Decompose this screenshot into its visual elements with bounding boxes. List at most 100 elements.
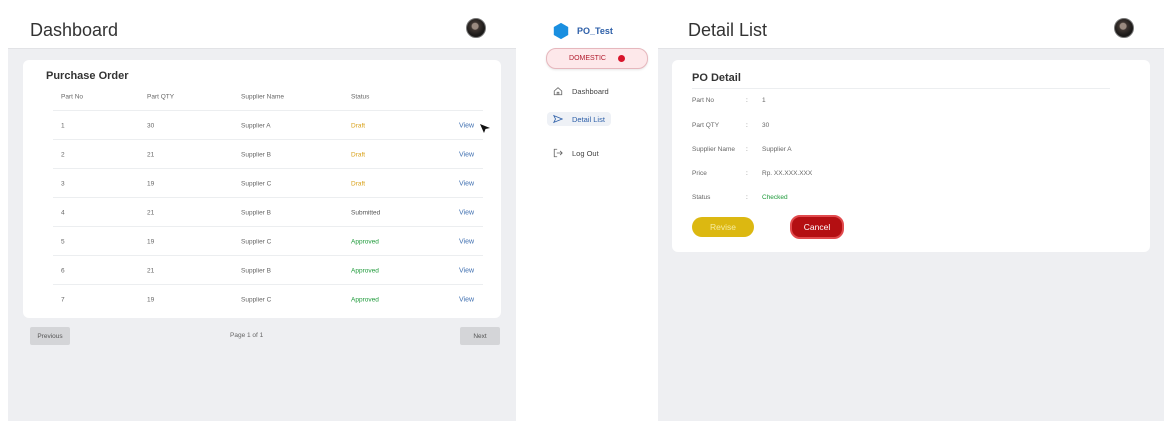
column-header-status: Status (351, 93, 370, 101)
view-link[interactable]: View (459, 267, 474, 274)
logout-icon (553, 148, 563, 158)
detail-field-price: Price : Rp. XX.XXX.XXX (692, 170, 812, 177)
status-cell: Draft (351, 122, 366, 129)
sidebar-item-label: Dashboard (572, 86, 609, 96)
supplier-cell: Supplier B (241, 151, 271, 158)
field-key: Supplier Name (692, 146, 735, 153)
field-value: Supplier A (762, 146, 792, 153)
view-link[interactable]: View (459, 122, 474, 129)
sidebar-item-detail-list[interactable]: Detail List (547, 112, 611, 126)
sidebar-item-dashboard[interactable]: Dashboard (553, 86, 609, 96)
field-colon: : (746, 170, 748, 177)
detail-field-part-no: Part No : 1 (692, 97, 766, 104)
page-title: Detail List (688, 20, 768, 40)
field-key: Price (692, 170, 707, 177)
table-row: 3 19 Supplier C Draft View (53, 168, 483, 198)
mouse-cursor-icon (480, 124, 490, 133)
view-link[interactable]: View (459, 209, 474, 216)
detail-list-screen: Detail List PO Detail Part No : 1 Part Q… (658, 8, 1164, 421)
page-title: Dashboard (30, 20, 119, 40)
supplier-cell: Supplier B (241, 267, 271, 274)
supplier-cell: Supplier C (241, 296, 272, 303)
field-key: Part No (692, 97, 715, 104)
supplier-cell: Supplier C (241, 238, 272, 245)
part-no-cell: 2 (61, 151, 65, 158)
revise-button[interactable]: Revise (692, 217, 754, 237)
table-row: 2 21 Supplier B Draft View (53, 139, 483, 169)
dashboard-screen: Dashboard Purchase Order Part No Part QT… (8, 8, 516, 421)
table-row: 6 21 Supplier B Approved View (53, 255, 483, 285)
qty-cell: 21 (147, 151, 155, 158)
avatar[interactable] (466, 18, 486, 38)
page-indicator: Page 1 of 1 (230, 332, 264, 339)
card-title: Purchase Order (46, 70, 129, 82)
send-icon (553, 114, 563, 124)
table-row: 4 21 Supplier B Submitted View (53, 197, 483, 227)
field-value: Rp. XX.XXX.XXX (762, 170, 813, 177)
part-no-cell: 1 (61, 122, 65, 129)
next-button[interactable]: Next (460, 327, 500, 345)
field-key: Status (692, 194, 711, 201)
status-cell: Approved (351, 238, 379, 245)
table-header: Part No Part QTY Supplier Name Status (53, 90, 483, 104)
detail-header: Detail List (658, 8, 1164, 49)
part-no-cell: 3 (61, 180, 65, 187)
view-link[interactable]: View (459, 151, 474, 158)
cancel-button[interactable]: Cancel (790, 215, 844, 239)
detail-field-part-qty: Part QTY : 30 (692, 122, 769, 129)
field-key: Part QTY (692, 122, 720, 129)
field-colon: : (746, 194, 748, 201)
column-header-part-no: Part No (61, 93, 84, 101)
field-value: 1 (762, 97, 766, 104)
app-title: PO_Test (577, 26, 613, 36)
region-selector[interactable]: DOMESTIC (546, 48, 648, 69)
supplier-cell: Supplier B (241, 209, 271, 216)
card-title: PO Detail (692, 72, 741, 84)
status-dot-icon (617, 55, 625, 62)
qty-cell: 30 (147, 122, 155, 129)
qty-cell: 19 (147, 180, 155, 187)
table-row: 7 19 Supplier C Approved View (53, 284, 483, 314)
status-cell: Approved (351, 267, 379, 274)
table-row: 1 30 Supplier A Draft View (53, 110, 483, 140)
part-no-cell: 5 (61, 238, 65, 245)
sidebar-item-label: Detail List (572, 114, 605, 124)
qty-cell: 19 (147, 296, 155, 303)
status-cell: Draft (351, 180, 366, 187)
app-logo-row: PO_Test (552, 22, 613, 40)
view-link[interactable]: View (459, 180, 474, 187)
supplier-cell: Supplier A (241, 122, 271, 129)
view-link[interactable]: View (459, 238, 474, 245)
supplier-cell: Supplier C (241, 180, 272, 187)
field-colon: : (746, 97, 748, 104)
field-colon: : (746, 122, 748, 129)
divider (692, 88, 1110, 89)
detail-field-status: Status : Checked (692, 194, 788, 201)
column-header-supplier-name: Supplier Name (241, 93, 284, 101)
table-row: 5 19 Supplier C Approved View (53, 226, 483, 256)
dashboard-header: Dashboard (8, 8, 516, 49)
purchase-order-card: Purchase Order Part No Part QTY Supplier… (23, 60, 501, 318)
sidebar-item-log-out[interactable]: Log Out (553, 148, 599, 158)
status-cell: Approved (351, 296, 379, 303)
part-no-cell: 6 (61, 267, 65, 274)
view-link[interactable]: View (459, 296, 474, 303)
home-icon (553, 87, 563, 96)
status-cell: Draft (351, 151, 366, 158)
qty-cell: 21 (147, 267, 155, 274)
column-header-part-qty: Part QTY (147, 93, 175, 101)
status-cell: Submitted (351, 209, 381, 216)
status-value: Checked (762, 194, 788, 201)
qty-cell: 19 (147, 238, 155, 245)
avatar[interactable] (1114, 18, 1134, 38)
sidebar: PO_Test DOMESTIC Dashboard Detail List L… (534, 8, 658, 421)
po-detail-card: PO Detail Part No : 1 Part QTY : 30 Supp… (672, 60, 1150, 252)
field-value: 30 (762, 122, 770, 129)
region-label: DOMESTIC (569, 55, 606, 62)
field-colon: : (746, 146, 748, 153)
part-no-cell: 4 (61, 209, 65, 216)
sidebar-item-label: Log Out (572, 148, 599, 158)
detail-field-supplier-name: Supplier Name : Supplier A (692, 146, 792, 153)
previous-button[interactable]: Previous (30, 327, 70, 345)
part-no-cell: 7 (61, 296, 65, 303)
